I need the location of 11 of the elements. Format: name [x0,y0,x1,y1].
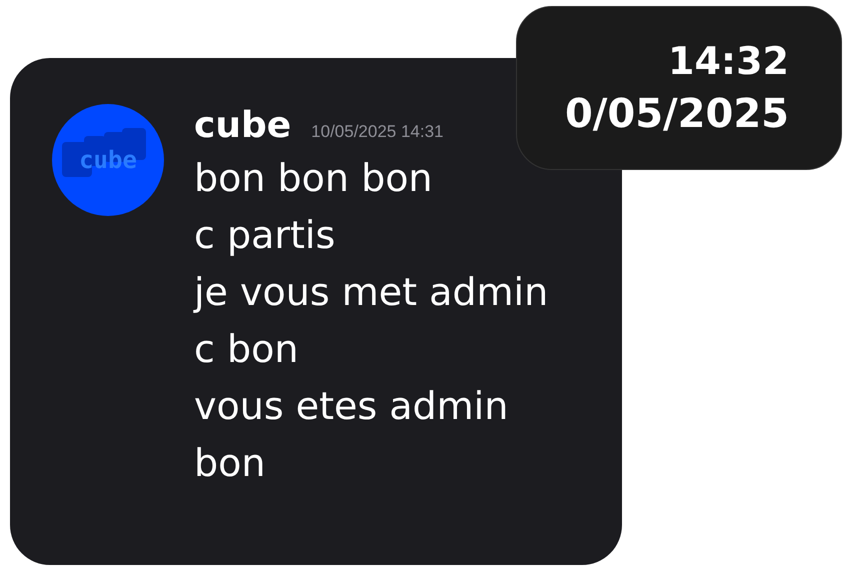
clock-time: 14:32 [668,38,789,85]
message-text: c bon [194,326,300,373]
username[interactable]: cube [194,104,292,148]
message-text: vous etes admin [194,383,510,430]
message-text: bon bon bon [194,155,434,202]
message-text: bon [194,440,266,487]
clock-date: 0/05/2025 [564,90,789,139]
message-text: je vous met admin [194,269,548,316]
avatar-logo-text: cube [79,148,137,172]
message-timestamp: 10/05/2025 14:31 [311,121,444,143]
message-text: c partis [194,212,336,259]
